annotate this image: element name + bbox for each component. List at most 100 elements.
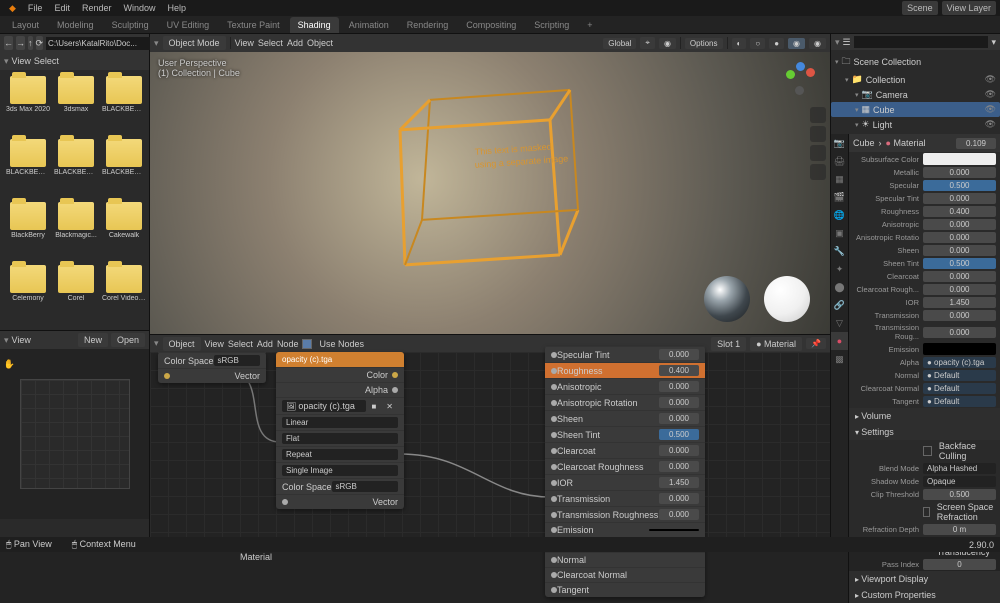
tab-mesh[interactable]: ▽ (831, 314, 848, 332)
uv-editor[interactable]: ✋ (0, 349, 149, 519)
property-row[interactable]: Metallic0.000 (849, 166, 1000, 179)
orientation-selector[interactable]: Global (603, 38, 636, 49)
source-select[interactable]: Single Image (282, 465, 398, 476)
property-row[interactable]: Clearcoat Normal● Default (849, 382, 1000, 395)
property-row[interactable]: Subsurface Color (849, 152, 1000, 166)
folder-item[interactable]: Blackmagic... (54, 202, 98, 261)
node-principled-bsdf[interactable]: Specular Tint0.000Roughness0.400Anisotro… (545, 346, 705, 597)
camera-tool-icon[interactable] (810, 145, 826, 161)
ws-animation[interactable]: Animation (341, 17, 397, 33)
bsdf-row[interactable]: Normal (545, 552, 705, 567)
property-row[interactable]: Alpha● opacity (c).tga (849, 356, 1000, 369)
section-volume[interactable]: ▸ Volume (849, 408, 1000, 424)
ws-sculpting[interactable]: Sculpting (104, 17, 157, 33)
blend-mode-select[interactable]: Alpha Hashed (923, 463, 996, 474)
property-row[interactable]: Anisotropic Rotatio0.000 (849, 231, 1000, 244)
scene-selector[interactable]: Scene (902, 1, 938, 15)
zoom-tool-icon[interactable] (810, 107, 826, 123)
pass-index[interactable]: 0 (923, 559, 996, 570)
mode-selector[interactable]: Object Mode (163, 36, 226, 50)
bsdf-row[interactable]: Clearcoat0.000 (545, 442, 705, 458)
tab-texture[interactable]: ▩ (831, 350, 848, 368)
nav-fwd-icon[interactable]: → (16, 36, 25, 50)
ext-select[interactable]: Repeat (282, 449, 398, 460)
filter-btn[interactable]: ▾ (991, 37, 996, 48)
property-row[interactable]: Emission (849, 342, 1000, 356)
node-partial[interactable]: Color SpacesRGB Vector (158, 352, 266, 383)
outliner-item[interactable]: ▾☀Light👁 (831, 117, 1000, 132)
folder-item[interactable]: BLACKBERRY... (102, 76, 146, 135)
vp-view-menu[interactable]: View (235, 38, 254, 48)
uv-open-button[interactable]: Open (111, 333, 145, 347)
menu-window[interactable]: Window (118, 1, 160, 15)
cube-object[interactable]: This text is masked using a separate ima… (360, 60, 620, 302)
breadcrumb-cube[interactable]: Cube (853, 138, 875, 148)
property-row[interactable]: Tangent● Default (849, 395, 1000, 408)
folder-item[interactable]: Cakewalk (102, 202, 146, 261)
shading-matprev[interactable]: ◉ (788, 38, 805, 49)
snap-toggle[interactable]: ⌖ (640, 37, 655, 49)
bsdf-row[interactable]: Specular Tint0.000 (545, 346, 705, 362)
node-select-menu[interactable]: Select (228, 339, 253, 349)
node-add-menu[interactable]: Add (257, 339, 273, 349)
proj-select[interactable]: Flat (282, 433, 398, 444)
ws-compositing[interactable]: Compositing (458, 17, 524, 33)
viewport-3d[interactable]: User Perspective (1) Collection | Cube (150, 52, 830, 334)
ws-texturepaint[interactable]: Texture Paint (219, 17, 288, 33)
bsdf-row[interactable]: Emission (545, 522, 705, 537)
tab-modifiers[interactable]: 🔧 (831, 242, 848, 260)
ws-modeling[interactable]: Modeling (49, 17, 102, 33)
menu-edit[interactable]: Edit (49, 1, 75, 15)
section-settings[interactable]: ▾ Settings (849, 424, 1000, 440)
outliner-tree[interactable]: ▾🗀Scene Collection ▾📁Collection👁▾📷Camera… (831, 50, 1000, 134)
node-editor[interactable]: Color SpacesRGB Vector opacity (c).tga C… (150, 352, 830, 552)
node-node-menu[interactable]: Node (277, 339, 299, 349)
outliner-item[interactable]: ▾▦Cube👁 (831, 102, 1000, 117)
property-row[interactable]: Roughness0.400 (849, 205, 1000, 218)
nav-refresh-icon[interactable]: ⟳ (36, 36, 44, 50)
tab-physics[interactable]: ⬤ (831, 278, 848, 296)
shading-wireframe[interactable]: ○ (750, 38, 765, 49)
bsdf-row[interactable]: Transmission0.000 (545, 490, 705, 506)
property-row[interactable]: Anisotropic0.000 (849, 218, 1000, 231)
folder-item[interactable]: Corel VideoSt... (102, 265, 146, 324)
vp-object-menu[interactable]: Object (307, 38, 333, 48)
section-custom-props[interactable]: ▸ Custom Properties (849, 587, 1000, 603)
options-dropdown[interactable]: Options (685, 38, 723, 49)
path-input[interactable] (46, 37, 160, 50)
filter-icon[interactable]: ☰ (843, 37, 851, 48)
browser-select-menu[interactable]: Select (34, 56, 59, 66)
section-viewport-display[interactable]: ▸ Viewport Display (849, 571, 1000, 587)
node-type-selector[interactable]: Object (163, 337, 201, 351)
property-row[interactable]: Clearcoat0.000 (849, 270, 1000, 283)
pin-icon[interactable]: 📌 (806, 338, 826, 349)
outliner-item[interactable]: ▾📷Camera👁 (831, 87, 1000, 102)
refraction-depth[interactable]: 0 m (923, 524, 996, 535)
vp-add-menu[interactable]: Add (287, 38, 303, 48)
bsdf-row[interactable]: Clearcoat Normal (545, 567, 705, 582)
node-view-menu[interactable]: View (205, 339, 224, 349)
vp-select-menu[interactable]: Select (258, 38, 283, 48)
property-row[interactable]: Clearcoat Rough...0.000 (849, 283, 1000, 296)
ws-rendering[interactable]: Rendering (399, 17, 457, 33)
property-row[interactable]: Sheen0.000 (849, 244, 1000, 257)
folder-item[interactable]: Corel (54, 265, 98, 324)
shading-solid[interactable]: ● (769, 38, 784, 49)
uv-new-button[interactable]: New (78, 333, 108, 347)
bsdf-row[interactable]: Sheen0.000 (545, 410, 705, 426)
clip-threshold[interactable]: 0.500 (923, 489, 996, 500)
hand-tool-icon[interactable]: ✋ (4, 359, 15, 370)
uv-view-menu[interactable]: View (12, 335, 31, 345)
property-row[interactable]: Sheen Tint0.500 (849, 257, 1000, 270)
bsdf-row[interactable]: Sheen Tint0.500 (545, 426, 705, 442)
tab-world[interactable]: 🌐 (831, 206, 848, 224)
nav-back-icon[interactable]: ← (4, 36, 13, 50)
ssr-checkbox[interactable] (923, 507, 930, 517)
slot-selector[interactable]: Slot 1 (711, 337, 746, 351)
bsdf-row[interactable]: Tangent (545, 582, 705, 597)
folder-item[interactable]: BlackBerry (6, 202, 50, 261)
overlay-toggle[interactable]: ◐ (732, 38, 747, 49)
outliner-item[interactable]: ▾📁Collection👁 (831, 72, 1000, 87)
tab-render[interactable]: 📷 (831, 134, 848, 152)
ws-layout[interactable]: Layout (4, 17, 47, 33)
